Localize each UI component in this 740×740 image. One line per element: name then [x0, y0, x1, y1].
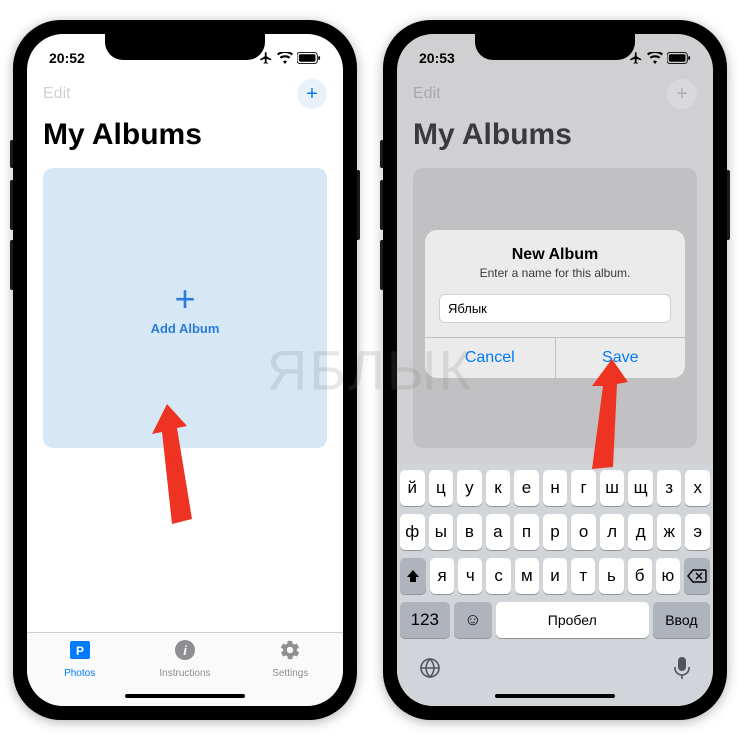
key-д[interactable]: д [628, 514, 653, 550]
status-time: 20:52 [49, 50, 85, 66]
key-н[interactable]: н [543, 470, 568, 506]
key-ц[interactable]: ц [429, 470, 454, 506]
cancel-button[interactable]: Cancel [425, 338, 555, 378]
svg-text:P: P [76, 644, 84, 658]
add-album-card[interactable]: + Add Album [43, 168, 327, 448]
key-п[interactable]: п [514, 514, 539, 550]
page-title: My Albums [27, 114, 343, 162]
globe-icon[interactable] [418, 656, 442, 686]
phone-right: 20:53 Edit + My Albums New Album Enter a… [383, 20, 727, 720]
key-backspace[interactable] [684, 558, 710, 594]
nav-bar: Edit + [397, 74, 713, 114]
nav-bar: Edit + [27, 74, 343, 114]
tab-instructions[interactable]: i Instructions [145, 639, 225, 679]
battery-icon [297, 52, 321, 64]
photos-icon: P [68, 639, 92, 667]
edit-button[interactable]: Edit [43, 85, 71, 103]
album-name-input[interactable]: Яблык [439, 294, 671, 323]
gear-icon [279, 639, 301, 667]
key-ч[interactable]: ч [458, 558, 482, 594]
key-к[interactable]: к [486, 470, 511, 506]
key-з[interactable]: з [657, 470, 682, 506]
key-ж[interactable]: ж [657, 514, 682, 550]
notch [105, 34, 265, 60]
tab-instructions-label: Instructions [159, 668, 210, 679]
alert-title: New Album [425, 230, 685, 266]
info-icon: i [174, 639, 196, 667]
battery-icon [667, 52, 691, 64]
plus-icon: + [174, 281, 195, 317]
key-р[interactable]: р [543, 514, 568, 550]
key-ш[interactable]: ш [600, 470, 625, 506]
tab-settings-label: Settings [272, 668, 308, 679]
key-г[interactable]: г [571, 470, 596, 506]
key-й[interactable]: й [400, 470, 425, 506]
mic-icon[interactable] [672, 656, 692, 686]
key-э[interactable]: э [685, 514, 710, 550]
key-ы[interactable]: ы [429, 514, 454, 550]
alert-subtitle: Enter a name for this album. [425, 266, 685, 294]
add-button[interactable]: + [297, 79, 327, 109]
key-л[interactable]: л [600, 514, 625, 550]
keyboard: йцукенгшщзх фывапролджэ ячсмитьбю 123 ☺ … [397, 464, 713, 706]
status-time: 20:53 [419, 50, 455, 66]
home-indicator[interactable] [495, 694, 615, 698]
key-е[interactable]: е [514, 470, 539, 506]
key-ф[interactable]: ф [400, 514, 425, 550]
key-enter[interactable]: Ввод [653, 602, 710, 638]
key-х[interactable]: х [685, 470, 710, 506]
wifi-icon [647, 52, 663, 64]
add-button: + [667, 79, 697, 109]
wifi-icon [277, 52, 293, 64]
key-б[interactable]: б [628, 558, 652, 594]
tab-bar: P Photos i Instructions Settings [27, 632, 343, 706]
key-shift[interactable] [400, 558, 426, 594]
tab-photos[interactable]: P Photos [40, 639, 120, 679]
save-button[interactable]: Save [555, 338, 686, 378]
key-numbers[interactable]: 123 [400, 602, 450, 638]
key-и[interactable]: и [543, 558, 567, 594]
tab-photos-label: Photos [64, 668, 95, 679]
key-у[interactable]: у [457, 470, 482, 506]
key-щ[interactable]: щ [628, 470, 653, 506]
new-album-alert: New Album Enter a name for this album. Я… [425, 230, 685, 378]
key-space[interactable]: Пробел [496, 602, 649, 638]
notch [475, 34, 635, 60]
svg-text:i: i [183, 643, 187, 658]
key-в[interactable]: в [457, 514, 482, 550]
key-с[interactable]: с [486, 558, 510, 594]
tab-settings[interactable]: Settings [250, 639, 330, 679]
key-о[interactable]: о [571, 514, 596, 550]
key-я[interactable]: я [430, 558, 454, 594]
add-album-label: Add Album [151, 321, 220, 336]
key-emoji[interactable]: ☺ [454, 602, 492, 638]
home-indicator[interactable] [125, 694, 245, 698]
key-т[interactable]: т [571, 558, 595, 594]
key-м[interactable]: м [515, 558, 539, 594]
key-а[interactable]: а [486, 514, 511, 550]
key-ю[interactable]: ю [656, 558, 680, 594]
key-ь[interactable]: ь [599, 558, 623, 594]
phone-left: 20:52 Edit + My Albums + Add Album [13, 20, 357, 720]
edit-button: Edit [413, 85, 441, 103]
page-title: My Albums [397, 114, 713, 162]
